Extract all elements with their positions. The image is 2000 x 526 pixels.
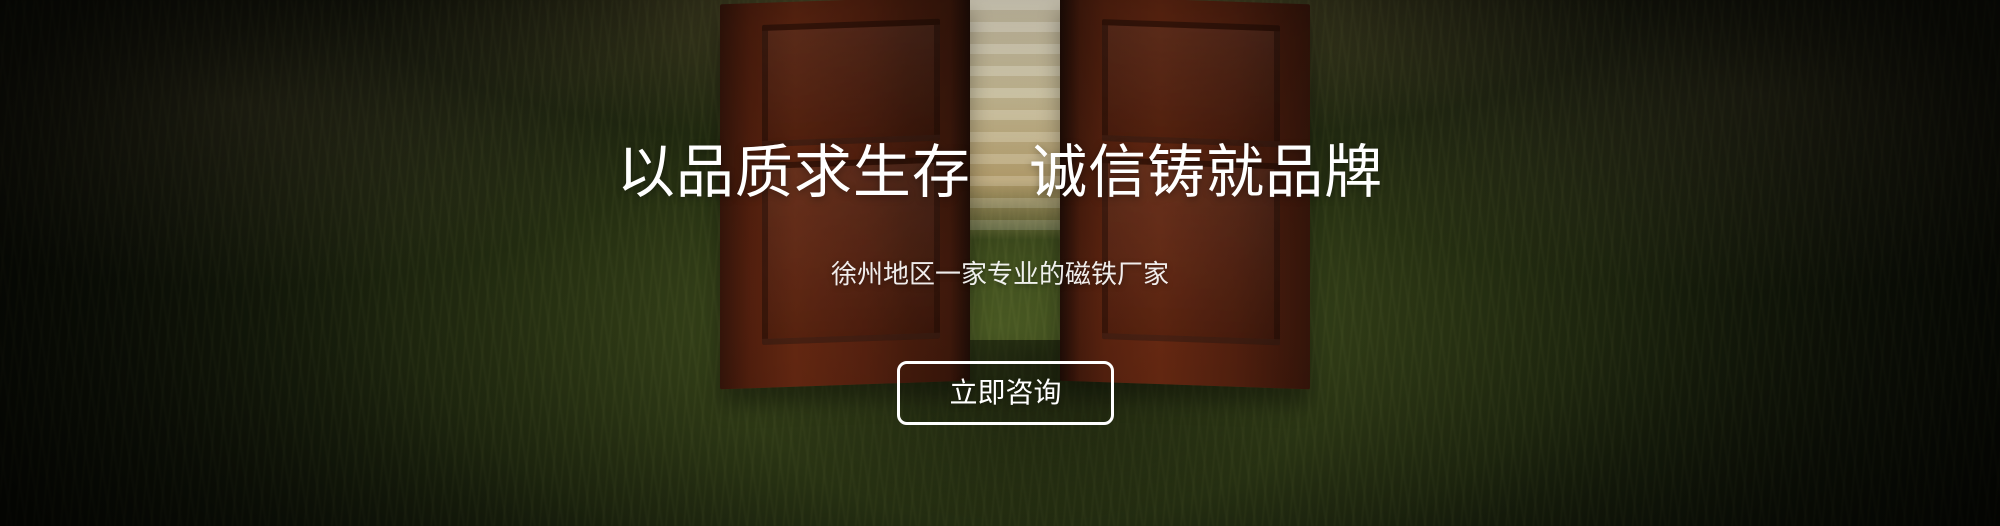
hero-subheadline: 徐州地区一家专业的磁铁厂家 — [830, 260, 1169, 290]
consult-now-button[interactable]: 立即咨询 — [897, 361, 1114, 425]
hero-headline: 以品质求生存 诚信铸就品牌 — [616, 138, 1384, 206]
hero-content: 以品质求生存 诚信铸就品牌 徐州地区一家专业的磁铁厂家 立即咨询 — [0, 0, 2000, 526]
hero-banner: 以品质求生存 诚信铸就品牌 徐州地区一家专业的磁铁厂家 立即咨询 — [0, 0, 2000, 526]
